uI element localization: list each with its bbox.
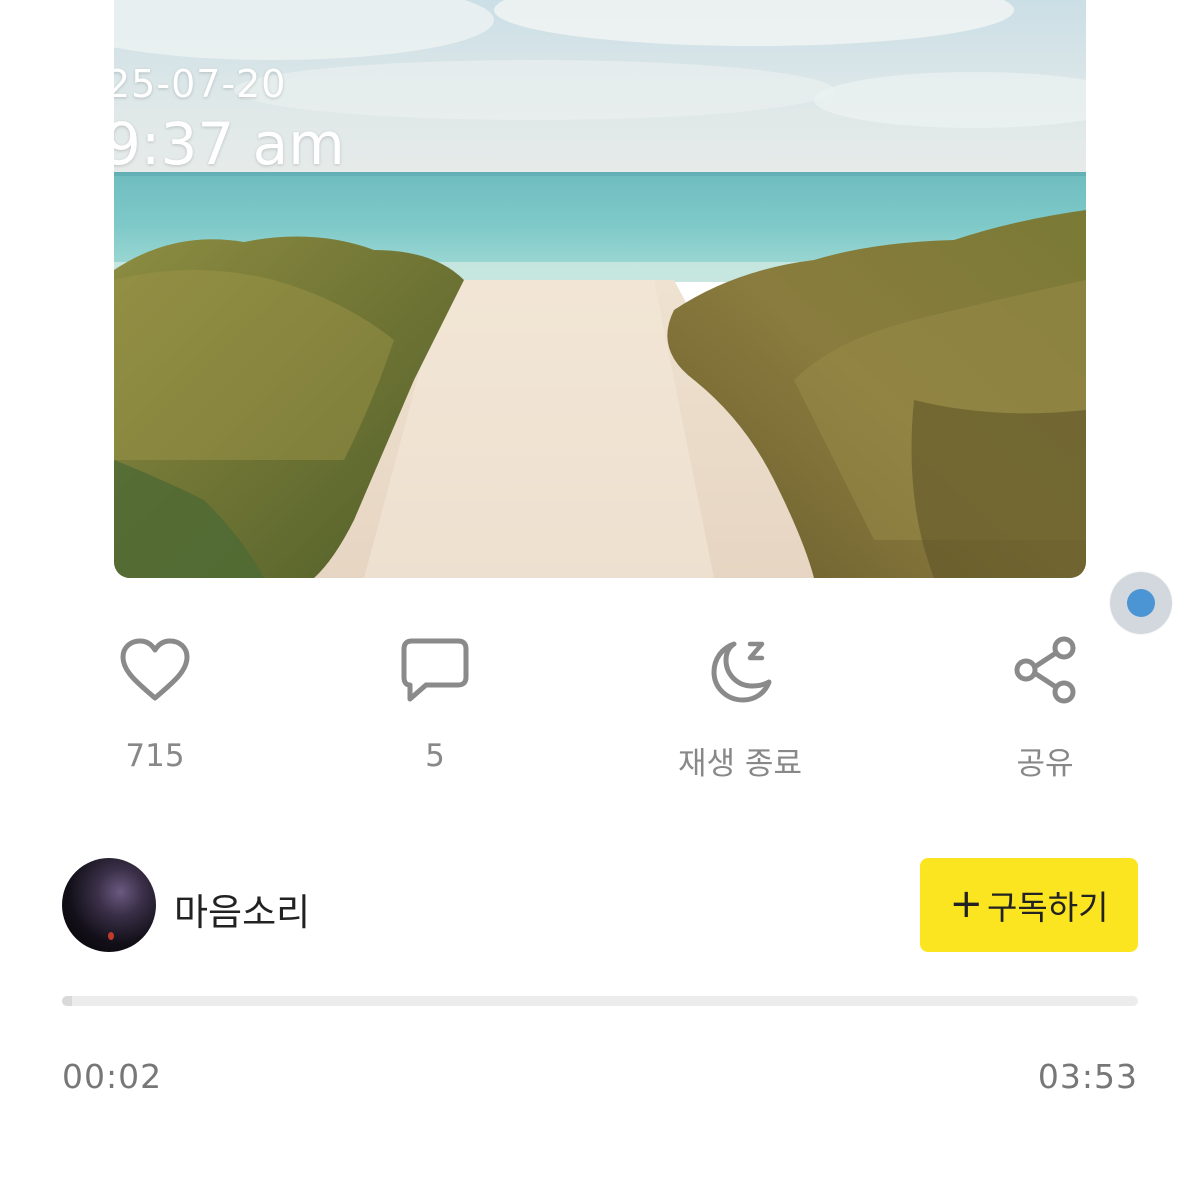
cover-time-stamp: 9:37 am bbox=[114, 110, 345, 178]
like-button[interactable]: 715 bbox=[55, 630, 255, 774]
dot-icon bbox=[1127, 589, 1155, 617]
sleep-timer-button[interactable]: 재생 종료 bbox=[640, 630, 840, 783]
moon-sleep-icon bbox=[700, 630, 780, 710]
channel-name[interactable]: 마음소리 bbox=[174, 882, 310, 936]
share-label: 공유 bbox=[1016, 746, 1074, 782]
comment-button[interactable]: 5 bbox=[335, 630, 535, 774]
subscribe-button[interactable]: + 구독하기 bbox=[920, 858, 1138, 952]
heart-icon bbox=[115, 630, 195, 710]
share-button[interactable]: 공유 bbox=[945, 630, 1145, 783]
total-time: 03:53 bbox=[1037, 1057, 1138, 1096]
player-screen: 25-07-20 9:37 am 715 5 재생 종료 공유 마음소리 + 구… bbox=[0, 0, 1200, 1200]
progress-fill bbox=[62, 996, 72, 1006]
sleep-timer-label: 재생 종료 bbox=[678, 746, 802, 782]
cover-image[interactable]: 25-07-20 9:37 am bbox=[114, 0, 1086, 578]
action-bar: 715 5 재생 종료 공유 bbox=[0, 630, 1200, 790]
share-icon bbox=[1005, 630, 1085, 710]
cover-date-stamp: 25-07-20 bbox=[114, 62, 287, 106]
elapsed-time: 00:02 bbox=[62, 1057, 163, 1096]
plus-icon: + bbox=[949, 880, 984, 927]
playback-progress-bar[interactable] bbox=[62, 996, 1138, 1006]
floating-dot-button[interactable] bbox=[1110, 572, 1172, 634]
speech-bubble-icon bbox=[395, 630, 475, 710]
channel-row: 마음소리 + 구독하기 bbox=[62, 858, 1138, 954]
comment-count: 5 bbox=[425, 738, 445, 774]
subscribe-label: 구독하기 bbox=[987, 888, 1109, 927]
like-count: 715 bbox=[125, 738, 185, 774]
avatar[interactable] bbox=[62, 858, 156, 952]
